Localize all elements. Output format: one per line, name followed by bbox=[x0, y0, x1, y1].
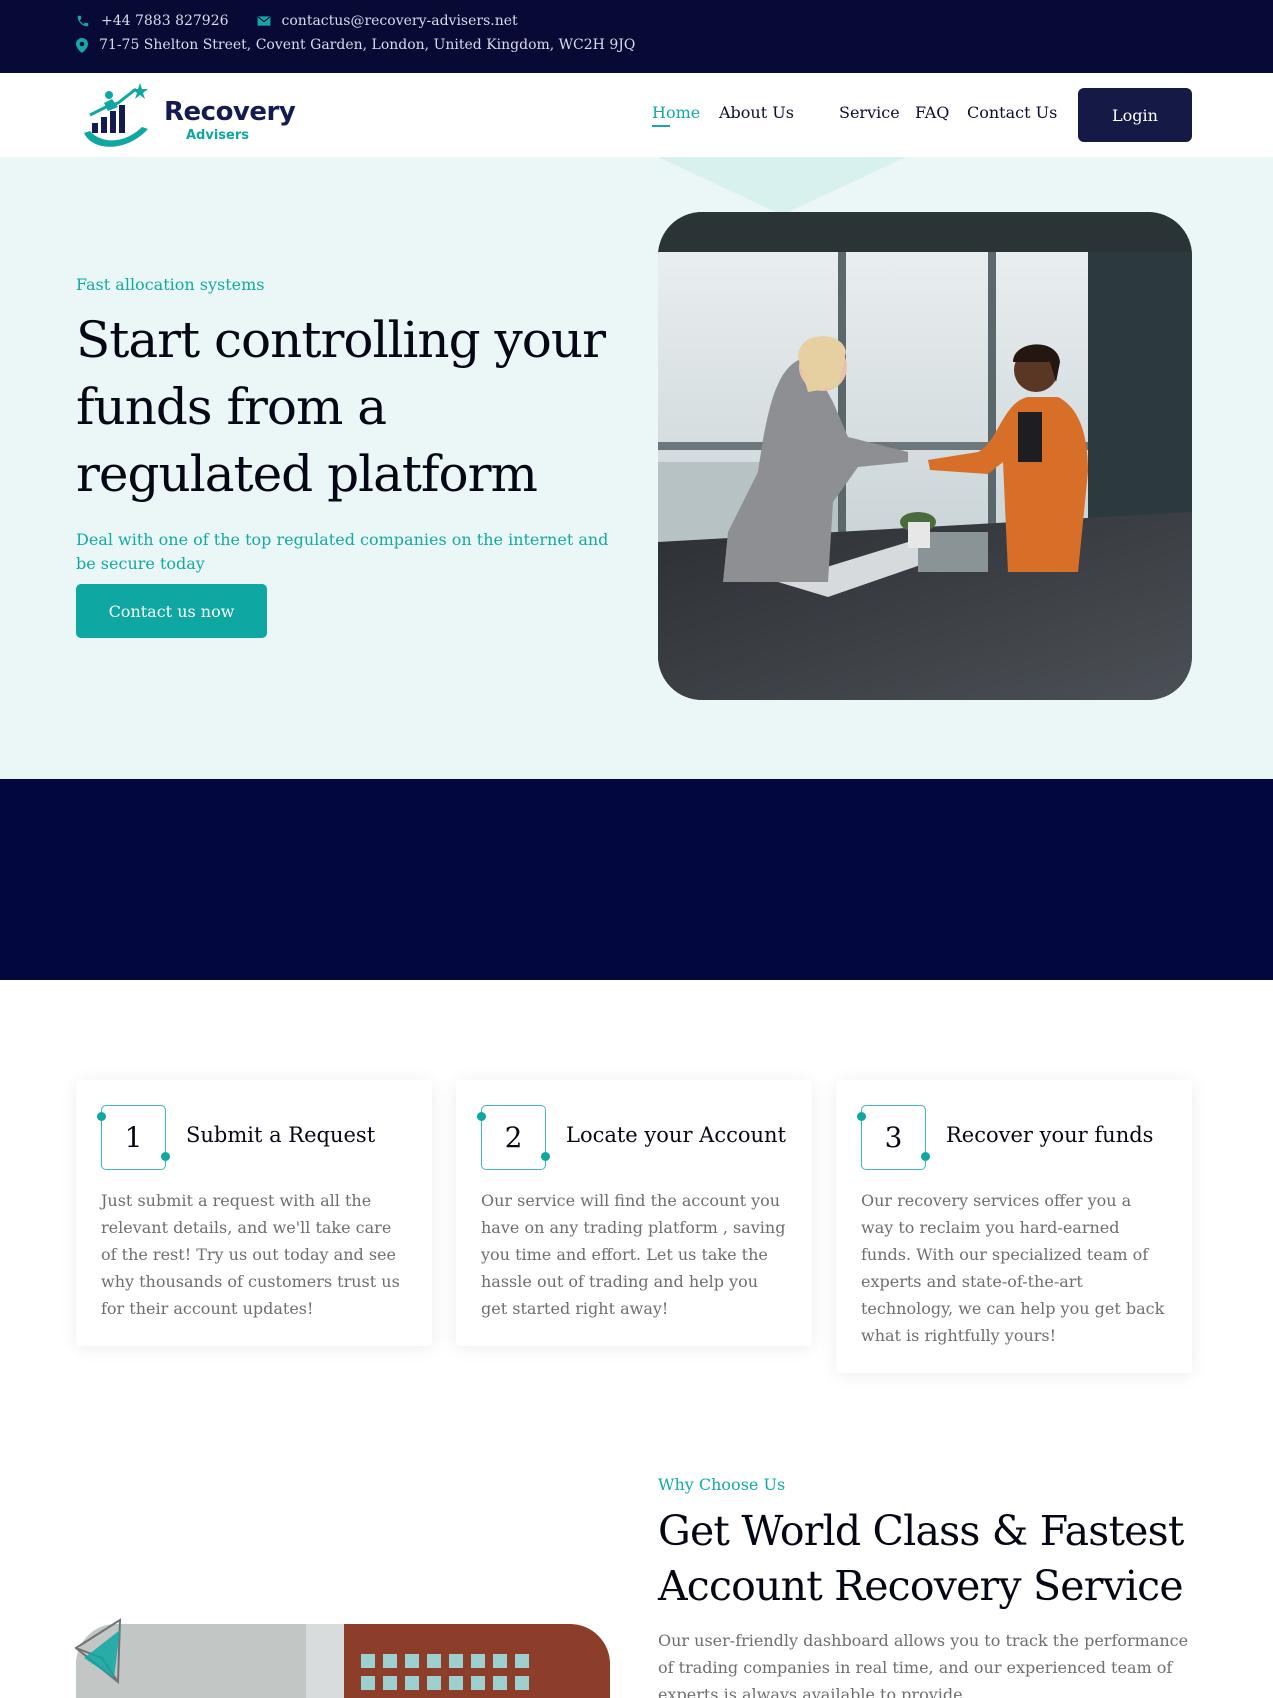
address-contact: 71-75 Shelton Street, Covent Garden, Lon… bbox=[76, 37, 635, 53]
hero-title: Start controlling your funds from a regu… bbox=[76, 311, 606, 503]
nav-item-about[interactable]: About Us bbox=[719, 103, 794, 122]
main-navbar: Recovery Advisers Home About Us Service … bbox=[0, 73, 1273, 157]
logo-mark-icon bbox=[84, 83, 148, 147]
hero-decor-triangle bbox=[658, 157, 906, 215]
hero-subtitle: Deal with one of the top regulated compa… bbox=[76, 530, 609, 573]
brand-logo[interactable]: Recovery Advisers bbox=[78, 81, 296, 153]
hero-section: Fast allocation systems Start controllin… bbox=[0, 157, 1273, 779]
step-card-1: 1 Submit a Request Just submit a request… bbox=[76, 1080, 432, 1346]
hero-eyebrow: Fast allocation systems bbox=[76, 275, 265, 294]
step-title: Recover your funds bbox=[946, 1123, 1154, 1147]
nav-item-service[interactable]: Service bbox=[839, 103, 900, 122]
why-description: Our user-friendly dashboard allows you t… bbox=[658, 1631, 1189, 1698]
dark-stats-band bbox=[0, 779, 1273, 980]
contact-us-button[interactable]: Contact us now bbox=[76, 584, 267, 638]
email-contact[interactable]: contactus@recovery-advisers.net bbox=[257, 13, 518, 29]
top-info-bar: +44 7883 827926 contactus@recovery-advis… bbox=[0, 0, 1273, 73]
nav-item-home[interactable]: Home bbox=[652, 103, 700, 127]
hero-handshake-image bbox=[658, 212, 1192, 700]
location-pin-icon bbox=[76, 37, 88, 53]
step-description: Our service will find the account you ha… bbox=[481, 1191, 786, 1318]
office-building-image bbox=[76, 1624, 610, 1698]
address-text: 71-75 Shelton Street, Covent Garden, Lon… bbox=[99, 37, 636, 53]
why-title: Get World Class & Fastest Account Recove… bbox=[658, 1507, 1184, 1610]
nav-item-faq[interactable]: FAQ bbox=[915, 103, 949, 122]
why-eyebrow: Why Choose Us bbox=[658, 1475, 786, 1494]
brand-name: Recovery bbox=[164, 97, 296, 127]
email-address: contactus@recovery-advisers.net bbox=[281, 13, 518, 29]
brand-tagline: Advisers bbox=[186, 128, 250, 143]
step-description: Just submit a request with all the relev… bbox=[101, 1191, 400, 1318]
step-card-3: 3 Recover your funds Our recovery servic… bbox=[836, 1080, 1192, 1373]
paper-plane-icon bbox=[74, 1618, 122, 1685]
nav-item-contact[interactable]: Contact Us bbox=[967, 103, 1057, 122]
step-title: Locate your Account bbox=[566, 1123, 786, 1147]
step-number-box: 2 bbox=[477, 1105, 550, 1170]
step-description: Our recovery services offer you a way to… bbox=[861, 1191, 1165, 1345]
phone-contact[interactable]: +44 7883 827926 bbox=[76, 13, 229, 29]
mail-icon bbox=[257, 16, 270, 26]
phone-number: +44 7883 827926 bbox=[101, 13, 229, 29]
step-title: Submit a Request bbox=[186, 1123, 376, 1147]
phone-icon bbox=[77, 15, 89, 27]
step-number-box: 3 bbox=[857, 1105, 930, 1170]
step-card-2: 2 Locate your Account Our service will f… bbox=[456, 1080, 812, 1346]
step-number-box: 1 bbox=[97, 1105, 170, 1170]
login-button[interactable]: Login bbox=[1078, 88, 1192, 142]
